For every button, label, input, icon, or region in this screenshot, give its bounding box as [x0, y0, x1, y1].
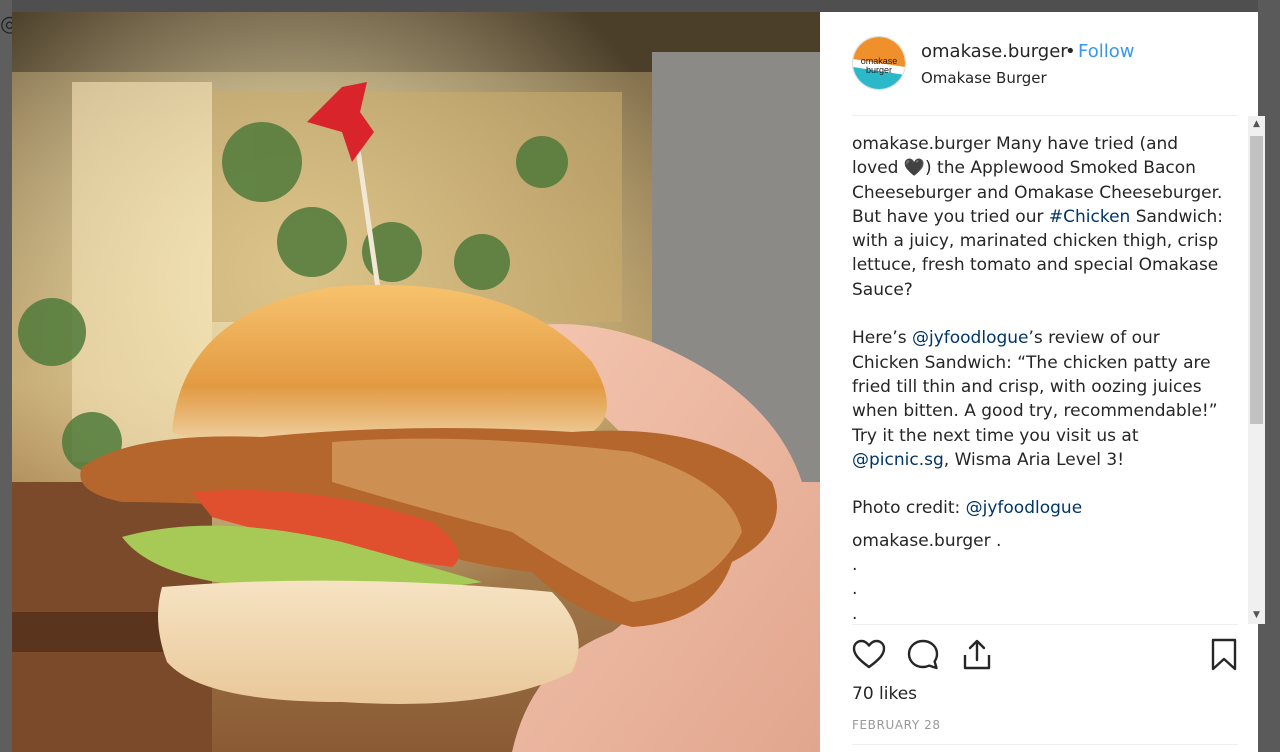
caption-paragraph-1: omakase.burger Many have tried (and love…	[852, 132, 1224, 302]
burger-photo-illustration	[12, 12, 820, 752]
header-separator-dot: •	[1065, 41, 1076, 62]
scroll-thumb[interactable]	[1250, 136, 1263, 424]
mention-link[interactable]: @jyfoodlogue	[966, 498, 1083, 518]
mention-link[interactable]: @picnic.sg	[852, 450, 944, 470]
scroll-down-arrow-icon[interactable]: ▼	[1248, 607, 1265, 624]
header-display-name: Omakase Burger	[921, 69, 1047, 87]
follow-button[interactable]: Follow	[1078, 41, 1134, 62]
caption-text: Photo credit:	[852, 498, 961, 519]
hashtag-link[interactable]: #Chicken	[1049, 207, 1130, 227]
divider	[852, 624, 1238, 625]
caption-scrollbar[interactable]: ▲ ▼	[1248, 116, 1265, 624]
post-date[interactable]: FEBRUARY 28	[852, 718, 941, 732]
comment-dot-line: .	[852, 579, 858, 600]
svg-text:burger: burger	[866, 65, 892, 75]
comment-text: .	[995, 530, 1002, 551]
share-icon[interactable]	[960, 638, 994, 672]
likes-count[interactable]: 70 likes	[852, 684, 917, 704]
scroll-up-arrow-icon[interactable]: ▲	[1248, 116, 1265, 133]
comment: omakase.burger .	[852, 529, 1224, 553]
caption-username[interactable]: omakase.burger	[852, 134, 991, 154]
comment-dot-line: .	[852, 603, 858, 624]
heart-icon[interactable]	[852, 638, 886, 672]
comment-icon[interactable]	[906, 638, 940, 672]
divider	[852, 115, 1238, 116]
omakase-logo: omakase burger	[853, 37, 905, 89]
heart-emoji: 🖤	[903, 158, 926, 179]
action-bar	[852, 638, 1238, 674]
post-photo[interactable]	[12, 12, 820, 752]
avatar[interactable]: omakase burger	[852, 36, 906, 90]
backdrop	[0, 0, 1280, 12]
caption: omakase.burger Many have tried (and love…	[852, 132, 1224, 624]
header-username[interactable]: omakase.burger	[921, 41, 1068, 62]
bookmark-icon[interactable]	[1207, 638, 1241, 672]
caption-text: Here’s	[852, 328, 907, 349]
caption-text: , Wisma Aria Level 3!	[943, 449, 1125, 470]
comment-username[interactable]: omakase.burger	[852, 531, 991, 551]
divider	[852, 744, 1238, 745]
post-header: omakase burger omakase.burger • Follow O…	[820, 12, 1258, 116]
caption-paragraph-3: Photo credit: @jyfoodlogue	[852, 496, 1224, 520]
post-detail-panel: omakase burger omakase.burger • Follow O…	[820, 12, 1265, 752]
comment-dot-line: .	[852, 555, 858, 576]
caption-text: ’s review of our Chicken Sandwich: “The …	[852, 328, 1218, 446]
caption-paragraph-2: Here’s @jyfoodlogue’s review of our Chic…	[852, 326, 1224, 472]
backdrop-left	[0, 0, 12, 752]
mention-link[interactable]: @jyfoodlogue	[912, 328, 1029, 348]
